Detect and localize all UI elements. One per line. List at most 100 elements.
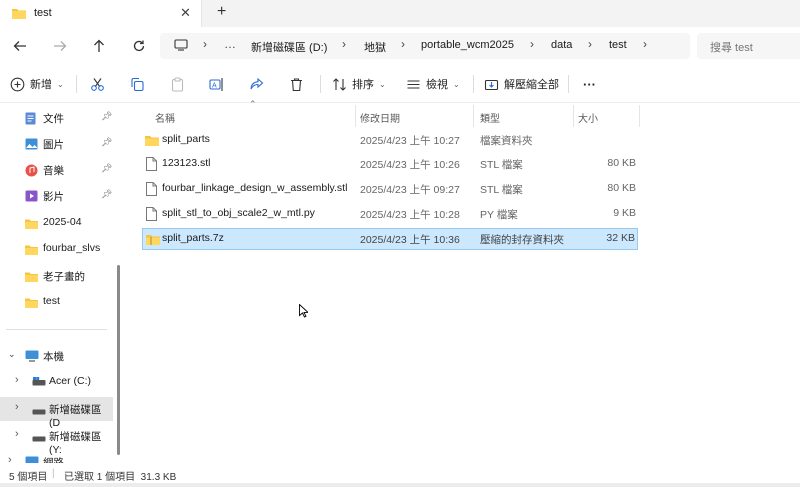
- sidebar-item-pictures[interactable]: 圖片 📌︎: [0, 132, 113, 156]
- forward-button[interactable]: [50, 36, 70, 56]
- pin-icon[interactable]: 📌︎: [101, 111, 112, 122]
- share-button[interactable]: [249, 72, 264, 96]
- breadcrumb-item-d-drive[interactable]: 新增磁碟區 (D:): [251, 39, 327, 55]
- up-button[interactable]: [89, 36, 109, 56]
- mouse-cursor-icon: [299, 303, 310, 321]
- breadcrumb-item-data[interactable]: data: [551, 39, 572, 51]
- file-date: 2025/4/23 上午 10:36: [360, 234, 460, 246]
- close-icon[interactable]: ✕: [180, 5, 191, 21]
- drive-icon: [32, 433, 46, 445]
- tab-test[interactable]: test ✕: [0, 0, 202, 27]
- new-tab-button[interactable]: +: [217, 3, 226, 21]
- divider: [473, 75, 474, 93]
- new-button[interactable]: 新增 ⌄: [10, 72, 64, 96]
- arrow-left-icon: [13, 41, 26, 51]
- sidebar-item-label: 本機: [43, 351, 64, 363]
- file-type: STL 檔案: [480, 159, 523, 171]
- sidebar-item-videos[interactable]: 影片 📌︎: [0, 184, 113, 208]
- chevron-right-icon[interactable]: ›: [8, 454, 12, 463]
- divider: [320, 75, 321, 93]
- video-icon: [25, 190, 38, 205]
- sidebar-item-documents[interactable]: 文件 📌︎: [0, 106, 113, 130]
- copy-button[interactable]: [130, 72, 145, 96]
- column-header-name[interactable]: 名稱: [155, 107, 175, 127]
- breadcrumb-item-hell[interactable]: 地獄: [364, 39, 386, 55]
- sidebar-item-2025-04[interactable]: 2025-04: [0, 211, 113, 235]
- delete-button[interactable]: [289, 72, 304, 96]
- sidebar-item-fourbar-slvs[interactable]: fourbar_slvs: [0, 237, 113, 261]
- pin-icon[interactable]: 📌︎: [101, 137, 112, 148]
- search-placeholder: 搜尋 test: [710, 42, 753, 54]
- chevron-right-icon[interactable]: ›: [15, 428, 19, 440]
- sidebar-item-network[interactable]: › 網路: [0, 450, 113, 463]
- paste-icon: [171, 76, 184, 92]
- sidebar-item-this-pc[interactable]: ⌄ 本機: [0, 344, 113, 368]
- document-icon: [25, 112, 36, 128]
- sidebar-item-label: 音樂: [43, 165, 64, 177]
- folder-icon: [25, 218, 38, 232]
- file-row-selected[interactable]: split_parts.7z 2025/4/23 上午 10:36 壓縮的封存資…: [142, 228, 638, 250]
- sort-icon: [333, 77, 346, 91]
- picture-icon: [25, 138, 38, 153]
- column-header-date[interactable]: 修改日期: [360, 107, 400, 127]
- chevron-right-icon[interactable]: ›: [643, 37, 647, 51]
- pin-icon[interactable]: 📌︎: [101, 163, 112, 174]
- file-type: PY 檔案: [480, 209, 518, 221]
- chevron-down-icon[interactable]: ⌄: [8, 349, 16, 360]
- sidebar-item-drive-c[interactable]: › Acer (C:): [0, 370, 113, 394]
- extract-all-button[interactable]: 解壓縮全部: [484, 72, 559, 96]
- back-button[interactable]: [10, 36, 30, 56]
- sidebar-item-music[interactable]: 音樂 📌︎: [0, 158, 113, 182]
- chevron-right-icon: ›: [203, 37, 207, 51]
- share-icon: [250, 77, 264, 89]
- breadcrumb-item-portable[interactable]: portable_wcm2025: [421, 39, 514, 51]
- computer-icon: [25, 350, 39, 365]
- rename-button[interactable]: A: [209, 72, 224, 96]
- column-header-type[interactable]: 類型: [480, 107, 500, 127]
- file-size: 32 KB: [606, 232, 635, 244]
- more-options-button[interactable]: ···: [583, 72, 596, 96]
- file-row[interactable]: split_stl_to_obj_scale2_w_mtl.py 2025/4/…: [142, 203, 638, 225]
- column-divider[interactable]: [473, 105, 474, 127]
- sort-button[interactable]: 排序 ⌄: [332, 72, 386, 96]
- file-name: 123123.stl: [162, 157, 211, 169]
- sidebar-item-drive-y[interactable]: › 新增磁碟區 (Y:: [0, 424, 113, 456]
- chevron-right-icon[interactable]: ›: [15, 401, 19, 413]
- breadcrumb-more[interactable]: …: [224, 37, 236, 51]
- file-row[interactable]: fourbar_linkage_design_w_assembly.stl 20…: [142, 178, 638, 200]
- file-row[interactable]: split_parts 2025/4/23 上午 10:27 檔案資料夾: [142, 129, 638, 151]
- refresh-button[interactable]: [129, 36, 149, 56]
- pin-icon[interactable]: 📌︎: [101, 189, 112, 200]
- extract-all-label: 解壓縮全部: [504, 79, 559, 91]
- folder-icon: [25, 271, 38, 285]
- paste-button[interactable]: [170, 72, 185, 96]
- file-size: 80 KB: [607, 157, 636, 169]
- file-name: split_stl_to_obj_scale2_w_mtl.py: [162, 207, 315, 219]
- sidebar-item-laozi[interactable]: 老子畫的: [0, 264, 113, 288]
- cut-button[interactable]: [90, 72, 105, 96]
- sidebar-item-test[interactable]: test: [0, 290, 113, 314]
- chevron-right-icon[interactable]: ›: [15, 374, 19, 386]
- file-row[interactable]: 123123.stl 2025/4/23 上午 10:26 STL 檔案 80 …: [142, 153, 638, 175]
- column-divider[interactable]: [355, 105, 356, 127]
- sidebar-item-label: 影片: [43, 191, 64, 203]
- file-date: 2025/4/23 上午 10:28: [360, 209, 460, 221]
- copy-icon: [131, 77, 144, 91]
- navigation-bar: › … 新增磁碟區 (D:) › 地獄 › portable_wcm2025 ›…: [0, 27, 800, 65]
- sidebar-item-label: 網路: [43, 457, 64, 463]
- search-input[interactable]: 搜尋 test: [697, 33, 800, 59]
- column-header-size[interactable]: 大小: [578, 107, 598, 127]
- view-button[interactable]: 檢視 ⌄: [406, 72, 460, 96]
- new-label: 新增: [30, 79, 52, 91]
- chevron-right-icon: ›: [588, 37, 592, 51]
- sidebar-scrollbar[interactable]: [117, 265, 120, 455]
- column-divider[interactable]: [639, 105, 640, 127]
- address-bar[interactable]: › … 新增磁碟區 (D:) › 地獄 › portable_wcm2025 ›…: [160, 33, 690, 59]
- breadcrumb-item-test[interactable]: test: [609, 39, 627, 51]
- folder-icon: [12, 7, 26, 22]
- sidebar-item-drive-d[interactable]: › 新增磁碟區 (D: [0, 397, 113, 429]
- column-divider[interactable]: [573, 105, 574, 127]
- scissors-icon: [91, 77, 104, 91]
- extract-icon: [484, 79, 499, 90]
- file-type: 檔案資料夾: [480, 135, 533, 147]
